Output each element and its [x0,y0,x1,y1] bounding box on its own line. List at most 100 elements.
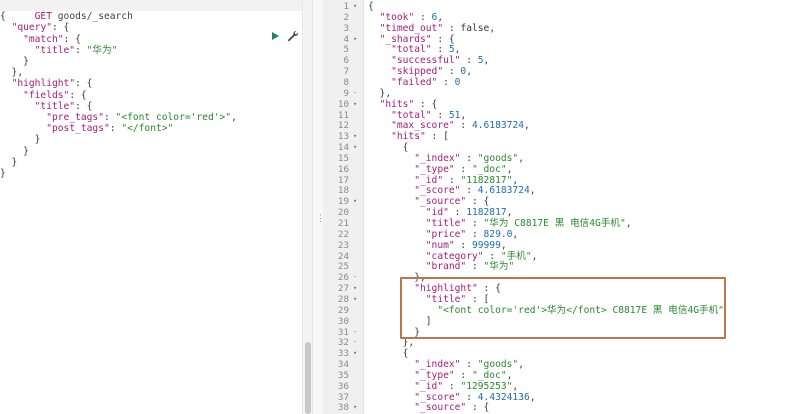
line-number: 8 [343,76,349,88]
response-line: "_id" : "1295253", [414,380,519,392]
line-number: 25 [337,261,349,273]
response-line-numbers: 1 ▾ 2 3 4 ▾ 5 6 7 8 9-10 ▾ 11 12 13 ▾ 14 ▾ 15 16 17 18 19 ▾ 20 21… [323,0,363,414]
line-number: 34 [337,359,349,371]
response-line: "timed_out" : false, [379,22,496,34]
request-body-line[interactable]: } [0,157,18,168]
line-number: 20 [337,207,349,219]
line-number: 31 [337,326,349,338]
request-body-line[interactable]: "highlight": { [0,78,93,89]
fold-end-icon[interactable]: - [353,272,361,283]
line-number: 36 [337,380,349,392]
line-number: 5 [343,44,349,56]
response-line: "_score" : 4.4324136, [414,391,536,403]
line-number: 28 [337,293,349,305]
request-body-line[interactable]: "title": { [0,101,93,112]
line-number: 10 [337,98,349,110]
response-line: "hits" : { [379,98,438,110]
line-number: 14 [337,142,349,154]
response-line: "_index" : "goods", [414,152,524,164]
line-number: 15 [337,152,349,164]
line-number: 9 [343,87,349,99]
response-line: "category" : "手机", [425,250,538,262]
response-line: "num" : 99999, [425,239,507,251]
request-line[interactable]: GET goods/_search [0,0,133,22]
line-number: 1 [343,1,349,12]
response-line: "took" : 6, [379,11,444,23]
line-number: 3 [343,22,349,34]
response-viewer[interactable]: { "took" : 6, "timed_out" : false, "_sha… [364,0,810,414]
fold-toggle-icon[interactable]: ▾ [353,402,361,413]
response-line: "_source" : { [414,402,490,414]
line-number: 21 [337,218,349,229]
response-line: "skipped" : 0, [391,66,472,78]
response-line: "_index" : "goods", [414,359,524,371]
fold-toggle-icon[interactable]: ▾ [353,142,361,153]
request-method: GET [34,11,52,22]
response-line: "hits" : [ [391,131,449,143]
line-number: 11 [337,109,349,121]
response-line: "_type" : "_doc", [414,369,513,381]
fold-toggle-icon[interactable]: ▾ [353,1,361,12]
fold-toggle-icon[interactable]: ▾ [353,131,361,142]
request-body-line[interactable]: } [0,134,41,145]
fold-end-icon[interactable]: - [353,337,361,348]
line-number: 24 [337,250,349,262]
fold-toggle-icon[interactable]: ▾ [353,283,361,294]
response-line: "failed" : 0 [391,76,461,88]
request-body-line[interactable]: "post_tags": "</font>" [0,123,173,134]
line-number: 18 [337,185,349,197]
fold-toggle-icon[interactable]: ▾ [353,99,361,110]
response-line: "brand" : "华为" [425,261,515,273]
request-body-line[interactable]: } [0,56,29,67]
line-number: 27 [337,283,349,295]
line-number: 38 [337,402,349,414]
line-number: 12 [337,120,349,132]
line-number: 7 [343,66,349,78]
request-body-line[interactable]: "title": "华为" [0,45,118,56]
console-app: GET goods/_search { "query": { "match": … [0,0,810,414]
line-number: 13 [337,131,349,143]
fold-toggle-icon[interactable]: ▾ [353,34,361,45]
response-line: "total" : 5, [391,44,461,56]
request-body-line[interactable]: "pre_tags": "<font color='red'>", [0,112,237,123]
request-body-line[interactable]: } [0,168,6,179]
fold-toggle-icon[interactable]: ▾ [353,294,361,305]
wrench-icon[interactable] [287,30,299,42]
line-number: 17 [337,174,349,186]
request-body-line[interactable]: "fields": { [0,90,87,101]
response-line: { [368,1,374,12]
response-line: { [368,142,409,154]
response-line: "_type" : "_doc", [414,163,513,175]
request-body-line[interactable]: }, [0,67,24,78]
request-body-line[interactable]: "match": { [0,34,81,45]
line-number: 37 [337,391,349,403]
line-number: 26 [337,272,349,284]
highlight-annotation-box [400,277,726,339]
fold-end-icon[interactable]: - [353,327,361,338]
request-editor[interactable]: GET goods/_search { "query": { "match": … [0,0,302,414]
response-line: "max_score" : 4.6183724, [391,120,530,132]
request-path: goods/_search [57,11,133,22]
request-body-line[interactable]: "query": { [0,22,70,33]
response-line: "title" : "华为 C8817E 黑 电信4G手机", [425,218,632,229]
response-line: "_id" : "1182817", [414,174,519,186]
line-number: 23 [337,239,349,251]
fold-toggle-icon[interactable]: ▾ [353,348,361,359]
line-number: 16 [337,163,349,175]
line-number: 30 [337,315,349,327]
fold-end-icon[interactable]: - [353,88,361,99]
response-line: "total" : 51, [391,109,467,121]
line-number: 33 [337,348,349,360]
line-number: 29 [337,304,349,316]
line-number: 32 [337,337,349,349]
request-scrollbar-thumb[interactable] [305,342,311,414]
line-number: 19 [337,196,349,208]
fold-toggle-icon[interactable]: ▾ [353,196,361,207]
request-body-line[interactable]: } [0,146,29,157]
line-number: 35 [337,369,349,381]
response-line: "_score" : 4.6183724, [414,185,536,197]
line-number: 22 [337,228,349,240]
response-line: "_source" : { [414,196,490,208]
request-body-line[interactable]: { [0,11,6,22]
play-icon[interactable] [272,32,279,40]
